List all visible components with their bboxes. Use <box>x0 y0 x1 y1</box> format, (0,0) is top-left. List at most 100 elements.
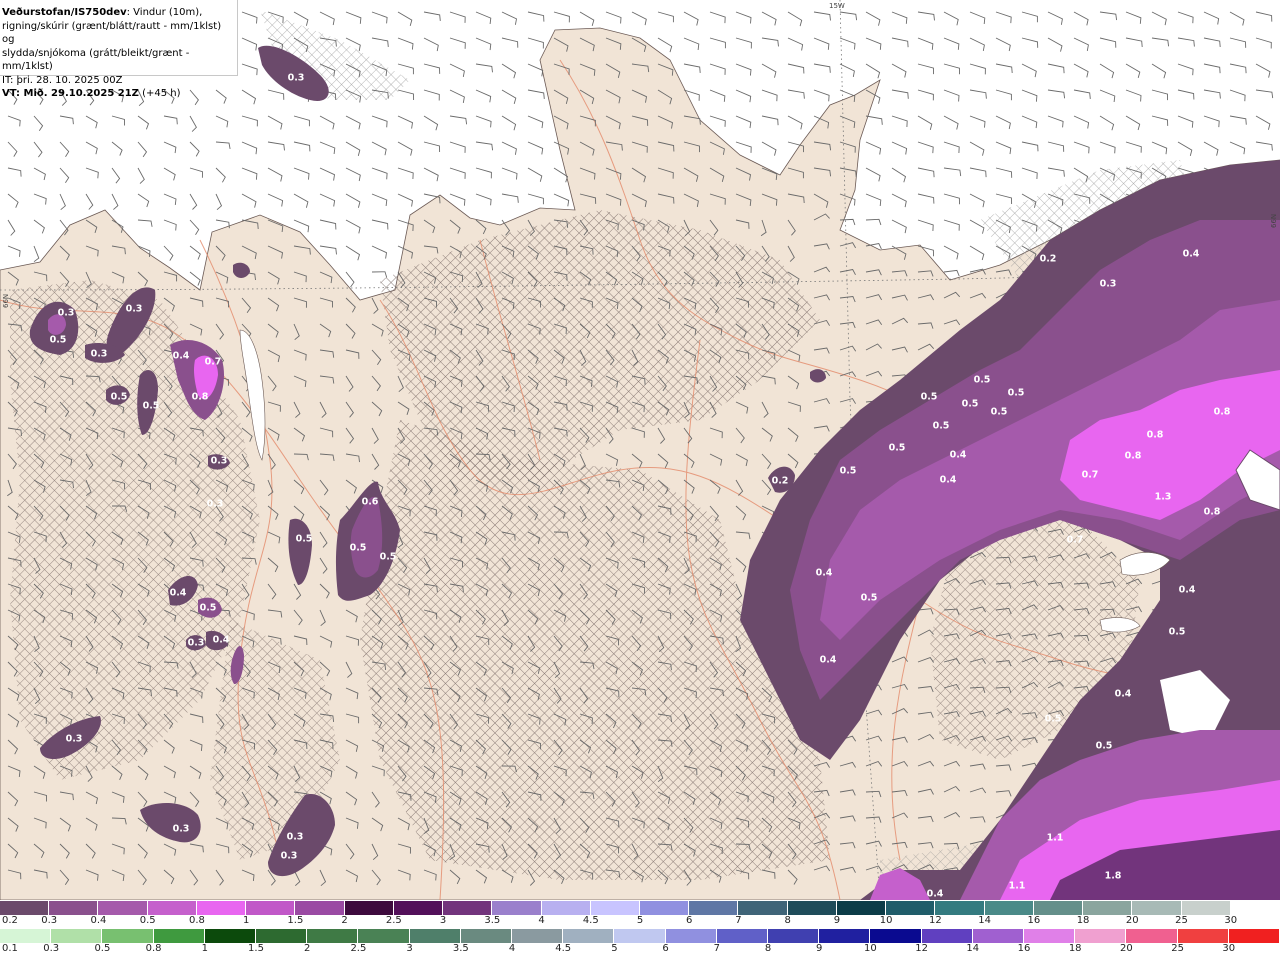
map-value-label: 0.3 <box>90 348 108 360</box>
legend-snow-swatch <box>98 901 148 915</box>
legend-snow-label: 1.5 <box>287 915 304 926</box>
map-value-label: 0.5 <box>1007 387 1025 399</box>
legend-rain-label: 2 <box>304 943 311 954</box>
map-value-label: 0.5 <box>860 592 878 604</box>
map-value-label: 0.8 <box>1146 429 1164 441</box>
map-value-label: 0.5 <box>349 542 367 554</box>
legend-snow-label: 3.5 <box>484 915 501 926</box>
legend-rain-swatch <box>819 929 871 943</box>
legend-snow-label: 1 <box>242 915 250 926</box>
legend-rain-swatch <box>1075 929 1127 943</box>
legend-snow-swatch <box>689 901 739 915</box>
legend-snow-label: 0.4 <box>90 915 107 926</box>
legend-snow-label: 0.2 <box>2 915 18 926</box>
map-value-label: 0.5 <box>142 400 160 412</box>
map-value-label: 0.4 <box>169 587 187 599</box>
map-value-label: 0.7 <box>1081 469 1099 481</box>
legend-rain-label: 0.1 <box>2 943 18 954</box>
legend-rain-swatch <box>358 929 410 943</box>
legend-rain-swatch <box>204 929 256 943</box>
legend-rain-swatch <box>153 929 205 943</box>
map-value-label: 0.5 <box>920 391 938 403</box>
legend-snow-swatch <box>590 901 640 915</box>
legend-snow-label: 5 <box>636 915 644 926</box>
legend-rain-swatch <box>307 929 359 943</box>
legend-snow-swatch <box>1181 901 1231 915</box>
legend-rain-label: 9 <box>816 943 823 954</box>
legend-snow-label: 9 <box>833 915 841 926</box>
lat-label-right: 66N <box>1270 214 1278 228</box>
legend-rain-label: 18 <box>1068 943 1082 954</box>
legend-snow-swatch <box>393 901 444 915</box>
legend-snow-swatch <box>1083 901 1133 915</box>
map-value-label: 0.4 <box>939 474 957 486</box>
legend-rain-label: 7 <box>713 943 720 954</box>
legend-rain-label: 5 <box>611 943 618 954</box>
map-value-label: 0.4 <box>1114 688 1132 700</box>
map-value-label: 0.4 <box>212 634 230 646</box>
map-value-label: 0.5 <box>932 420 950 432</box>
legend-snow-swatch <box>246 901 296 915</box>
legend-rain-label: 20 <box>1120 943 1133 954</box>
legend-rain-label: 4 <box>508 943 516 954</box>
legend-snow-swatch <box>984 901 1034 915</box>
map-value-label: 0.3 <box>210 455 228 467</box>
map-value-label: 0.3 <box>206 498 224 510</box>
legend-snow-swatch <box>492 901 542 915</box>
map-value-label: 0.5 <box>199 602 217 614</box>
title-line1-rest: : Vindur (10m), <box>126 7 203 18</box>
map-value-label: 0.2 <box>1039 253 1057 265</box>
legend-rain-swatch <box>1024 929 1076 943</box>
legend-rain-labels: 0.1 0.3 0.5 0.8 1 1.5 2 2.5 3 3.5 4 4.5 5 6 7 8 9 10 12 14 1… <box>0 943 1280 956</box>
legend-snow-label: 30 <box>1224 915 1238 926</box>
legend-rain-swatch <box>512 929 564 943</box>
map-value-label: 0.5 <box>379 551 397 563</box>
legend-rain-swatch <box>665 929 717 943</box>
map-value-label: 0.6 <box>361 496 379 508</box>
title-line1: Veðurstofan/IS750dev: Vindur (10m), <box>2 6 235 20</box>
map-value-label: 0.3 <box>1099 278 1117 290</box>
legend-snow-swatch <box>147 901 197 915</box>
legend-snow-swatch <box>886 901 936 915</box>
map-value-label: 0.8 <box>1124 450 1142 462</box>
legend-snow-label: 3 <box>439 915 447 926</box>
map-value-label: 0.3 <box>125 303 143 315</box>
legend-rain-swatch <box>563 929 615 943</box>
map-value-label: 0.8 <box>1213 406 1231 418</box>
legend-rain-label: 16 <box>1017 943 1031 954</box>
legend-snow-label: 6 <box>686 915 693 926</box>
legend-rain-swatch <box>870 929 922 943</box>
legend-rain-swatch <box>716 929 768 943</box>
legend-rain-colorbar <box>0 929 1280 944</box>
legend-rain-label: 1.5 <box>248 943 264 954</box>
map-value-label: 0.5 <box>1044 713 1062 725</box>
legend-rain-label: 0.8 <box>145 943 162 954</box>
legend-snow-swatch <box>935 901 985 915</box>
legend-rain-swatch <box>768 929 820 943</box>
weather-map[interactable]: 15W 66N 66N <box>0 0 1280 900</box>
legend-snow-swatch <box>1230 901 1280 915</box>
legend-snow-swatch <box>738 901 788 915</box>
lon-label-15w: 15W <box>829 2 845 10</box>
map-value-label: 0.5 <box>49 334 67 346</box>
legend-rain-label: 1 <box>201 943 208 954</box>
legend-rain-label: 3 <box>406 943 413 954</box>
init-time: IT: þri. 28. 10. 2025 00Z <box>2 74 123 86</box>
valid-time-offset: (+45 h) <box>138 88 181 99</box>
map-value-label: 0.3 <box>287 72 305 84</box>
legend-rain-swatch <box>1228 929 1280 943</box>
map-value-label: 0.3 <box>286 831 304 843</box>
map-value-label: 0.8 <box>1203 506 1221 518</box>
map-value-label: 0.3 <box>172 823 190 835</box>
legend-snow-swatch <box>196 901 247 915</box>
legend-snow-swatch <box>344 901 394 915</box>
map-value-label: 0.7 <box>204 356 222 368</box>
legend-rain-label: 2.5 <box>350 943 367 954</box>
map-value-label: 0.3 <box>65 733 83 745</box>
map-value-label: 0.5 <box>839 465 857 477</box>
map-value-label: 0.5 <box>295 533 313 545</box>
map-value-label: 0.4 <box>172 350 190 362</box>
brand-name: Veðurstofan/IS750dev <box>2 7 127 18</box>
legend-rain-swatch <box>921 929 973 943</box>
map-value-label: 0.5 <box>1095 740 1113 752</box>
